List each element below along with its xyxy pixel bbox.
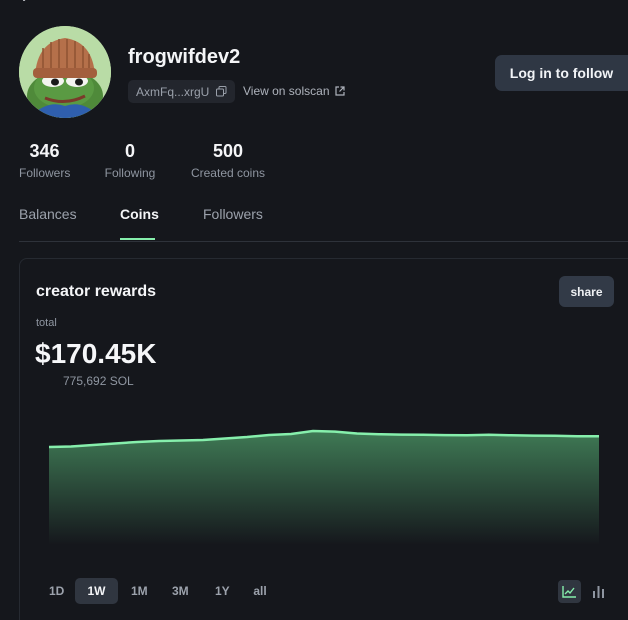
card-title: creator rewards: [36, 283, 157, 300]
solscan-label: View on solscan: [243, 84, 330, 98]
stat-value: 0: [124, 141, 135, 161]
solscan-link[interactable]: View on solscan: [243, 84, 345, 98]
stat-label: Followers: [19, 166, 71, 180]
back-arrow-icon[interactable]: [18, 0, 38, 8]
stat-label: Created coins: [190, 166, 266, 180]
bar-chart-toggle[interactable]: [587, 580, 610, 603]
range-1y-button[interactable]: 1Y: [209, 578, 236, 604]
stat-label: Following: [104, 166, 156, 180]
stat-followers[interactable]: 346 Followers: [19, 140, 70, 180]
wallet-address: AxmFq...xrgU: [136, 84, 210, 99]
share-button[interactable]: share: [559, 276, 614, 307]
sol-value: 775,692 SOL: [63, 374, 134, 388]
total-value: $170.45K: [35, 338, 157, 369]
line-chart-icon: [562, 586, 576, 598]
total-label: total: [36, 317, 57, 329]
range-all-button[interactable]: all: [247, 578, 273, 604]
avatar: [19, 26, 111, 118]
tab-followers[interactable]: Followers: [203, 206, 263, 222]
login-to-follow-button[interactable]: Log in to follow: [495, 55, 628, 91]
stat-value: 346: [29, 141, 60, 161]
profile-page: frogwifdev2 AxmFq...xrgU View on solscan…: [0, 0, 628, 620]
copy-icon[interactable]: [216, 86, 227, 97]
external-link-icon: [334, 86, 345, 96]
tab-balances[interactable]: Balances: [19, 206, 77, 222]
frog-avatar-icon: [19, 26, 111, 118]
address-copy-chip[interactable]: AxmFq...xrgU: [128, 80, 236, 103]
stat-following[interactable]: 0 Following: [104, 140, 156, 180]
username: frogwifdev2: [128, 46, 241, 68]
range-1m-button[interactable]: 1M: [125, 578, 154, 604]
creator-rewards-card: [19, 258, 628, 620]
line-chart-toggle[interactable]: [558, 580, 581, 603]
tab-coins[interactable]: Coins: [120, 206, 159, 222]
range-3m-button[interactable]: 3M: [166, 578, 195, 604]
range-1d-button[interactable]: 1D: [43, 578, 70, 604]
stat-value: 500: [212, 141, 244, 161]
tabs-divider: [19, 241, 628, 242]
bar-chart-icon: [593, 586, 604, 598]
active-tab-indicator: [120, 238, 155, 240]
stat-created-coins[interactable]: 500 Created coins: [190, 140, 266, 180]
range-1w-button[interactable]: 1W: [75, 578, 118, 604]
